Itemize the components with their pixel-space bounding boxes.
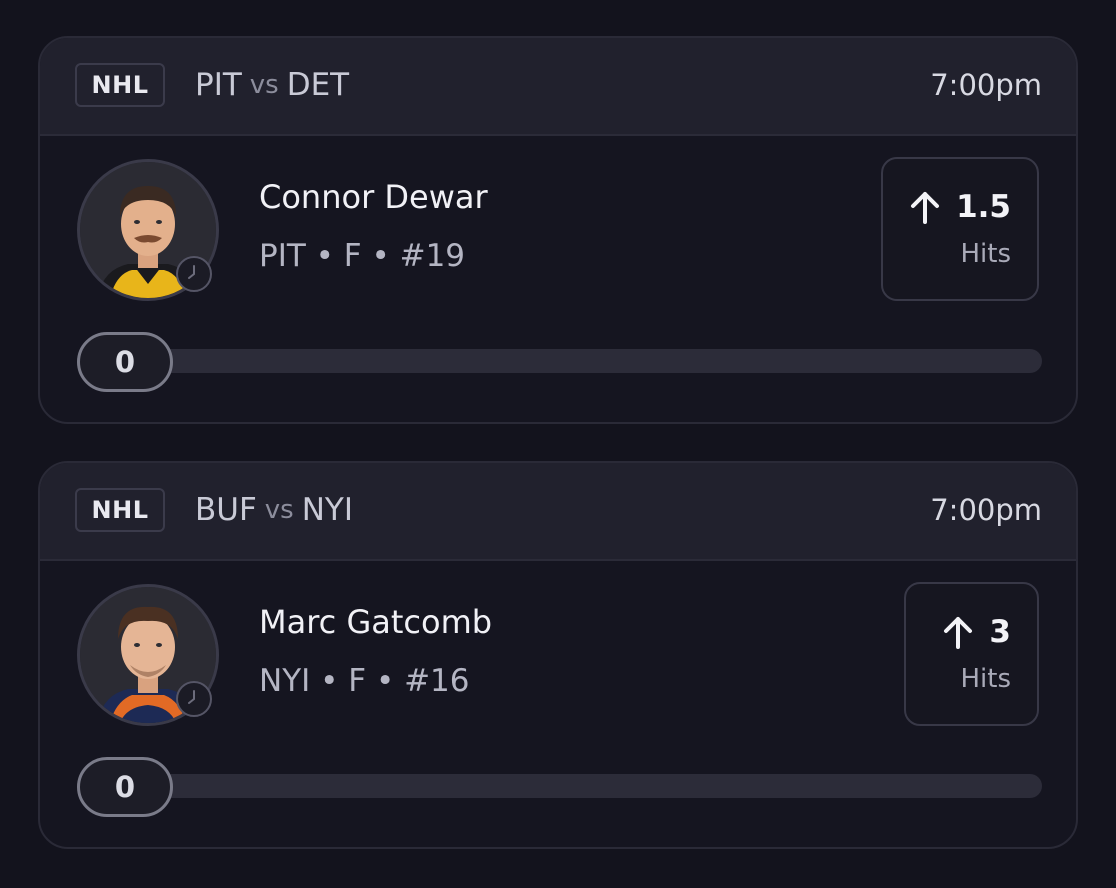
- arrow-up-icon: [911, 192, 940, 224]
- league-badge: NHL: [75, 63, 165, 107]
- league-badge: NHL: [75, 488, 165, 532]
- prop-card[interactable]: NHL BUF vs NYI 7:00pm Marc Gatcomb NYI •…: [38, 461, 1078, 849]
- prop-line-button[interactable]: 3 Hits: [904, 582, 1039, 726]
- player-meta: PIT • F • #19: [259, 238, 466, 274]
- prop-card[interactable]: NHL PIT vs DET 7:00pm Connor Dewar PIT •…: [38, 36, 1078, 424]
- clock-icon: [176, 681, 212, 717]
- progress-value: 0: [77, 332, 173, 392]
- home-team: BUF: [195, 492, 257, 528]
- prop-stat: Hits: [960, 664, 1011, 694]
- card-header: NHL PIT vs DET 7:00pm: [40, 38, 1076, 136]
- prop-line-value: 3: [989, 614, 1011, 650]
- player-name: Marc Gatcomb: [259, 603, 493, 641]
- player-meta: NYI • F • #16: [259, 663, 470, 699]
- player-name: Connor Dewar: [259, 178, 488, 216]
- progress-track: [77, 349, 1042, 373]
- matchup: BUF vs NYI: [195, 487, 353, 533]
- card-header: NHL BUF vs NYI 7:00pm: [40, 463, 1076, 561]
- game-time: 7:00pm: [930, 493, 1042, 527]
- away-team: DET: [286, 67, 350, 103]
- prop-stat: Hits: [960, 239, 1011, 269]
- progress-track: [77, 774, 1042, 798]
- prop-line-value: 1.5: [956, 189, 1011, 225]
- game-time: 7:00pm: [930, 68, 1042, 102]
- vs-label: vs: [264, 495, 294, 525]
- vs-label: vs: [249, 70, 279, 100]
- clock-icon: [176, 256, 212, 292]
- matchup: PIT vs DET: [195, 62, 349, 108]
- progress-value: 0: [77, 757, 173, 817]
- prop-line-button[interactable]: 1.5 Hits: [881, 157, 1039, 301]
- away-team: NYI: [301, 492, 354, 528]
- home-team: PIT: [195, 67, 242, 103]
- prop-line: 1.5: [910, 189, 1011, 225]
- arrow-up-icon: [944, 617, 973, 649]
- prop-line: 3: [943, 614, 1011, 650]
